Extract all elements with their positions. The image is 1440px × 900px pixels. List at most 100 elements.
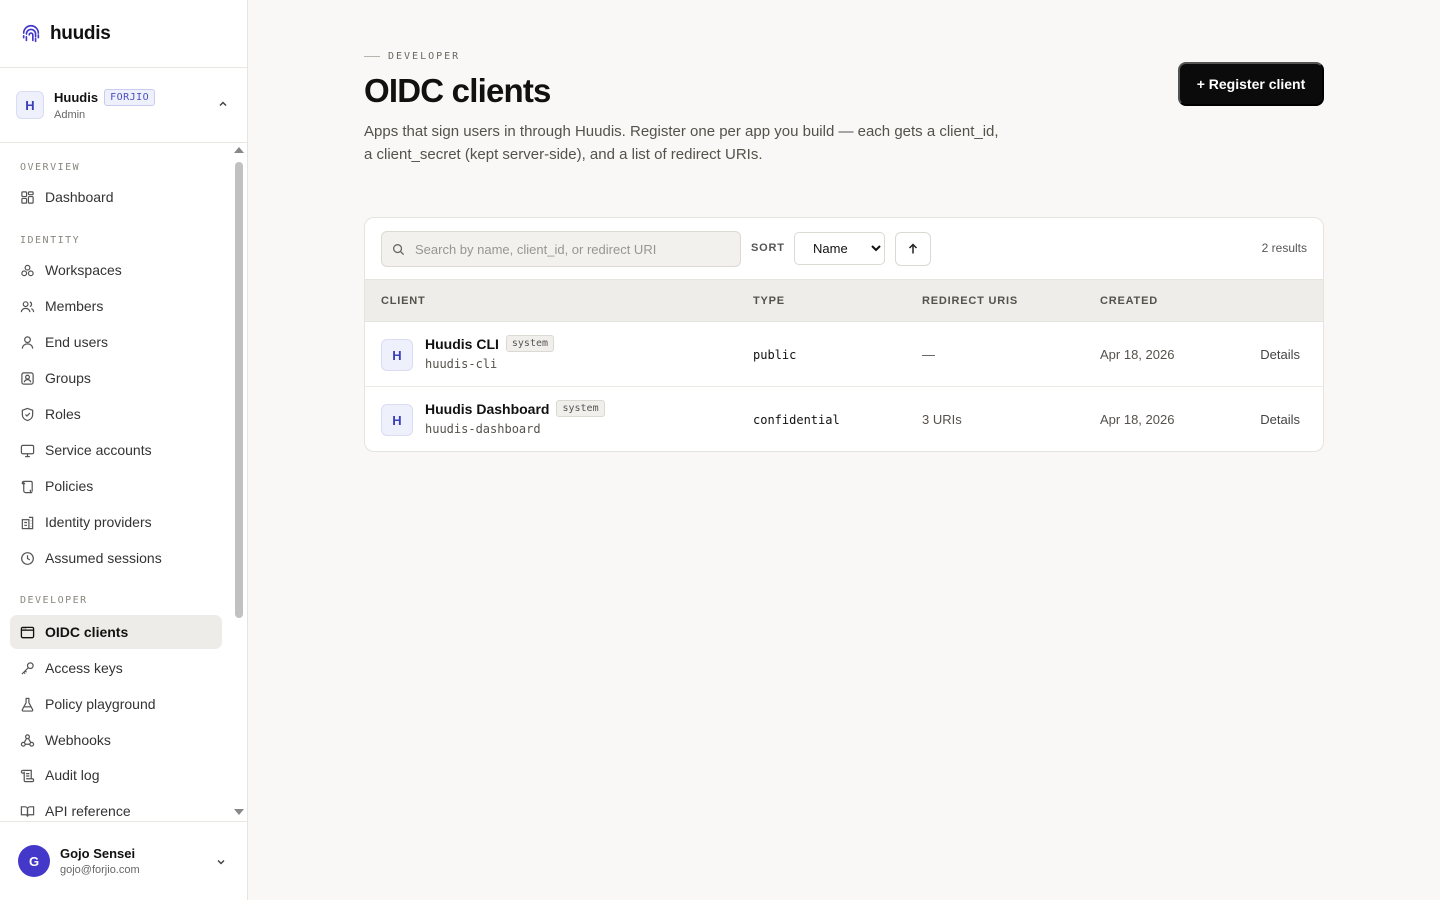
table-row[interactable]: H Huudis CLI system huudis-cli public — …: [365, 322, 1323, 387]
register-client-button[interactable]: + Register client: [1178, 62, 1324, 106]
search-input[interactable]: [415, 241, 735, 257]
eyebrow-rule: [364, 56, 380, 57]
sidebar-item-assumed-sessions[interactable]: Assumed sessions: [10, 541, 222, 575]
sidebar: huudis H Huudis FORJIO Admin OVERVIEW Da…: [0, 0, 248, 900]
sidebar-item-api-reference[interactable]: API reference: [10, 794, 222, 821]
chevron-down-icon[interactable]: [215, 856, 227, 868]
sidebar-item-label: OIDC clients: [45, 624, 129, 640]
search-icon: [393, 243, 405, 255]
details-link[interactable]: Details: [1260, 412, 1300, 427]
sidebar-item-label: Service accounts: [45, 442, 152, 458]
column-header-created[interactable]: CREATED: [1100, 295, 1158, 307]
sidebar-item-label: Dashboard: [45, 189, 114, 205]
sidebar-item-end-users[interactable]: End users: [10, 325, 222, 359]
client-redirect-uris: —: [922, 347, 935, 362]
scrollbar-thumb[interactable]: [235, 162, 243, 618]
sidebar-item-label: Audit log: [45, 767, 100, 783]
table-toolbar: SORT Name 2 results: [365, 218, 1323, 279]
client-created: Apr 18, 2026: [1100, 347, 1175, 362]
browser-window-icon: [20, 626, 35, 638]
main-content: DEVELOPER OIDC clients Apps that sign us…: [248, 0, 1440, 900]
eyebrow-label: DEVELOPER: [388, 51, 461, 62]
sidebar-item-audit-log[interactable]: Audit log: [10, 758, 222, 792]
sidebar-item-label: API reference: [45, 803, 131, 819]
section-label-identity: IDENTITY: [20, 235, 81, 246]
details-link[interactable]: Details: [1260, 347, 1300, 362]
client-avatar: H: [381, 404, 413, 436]
client-created: Apr 18, 2026: [1100, 412, 1175, 427]
scroll-up-arrow-icon[interactable]: [234, 147, 244, 153]
sidebar-item-identity-providers[interactable]: Identity providers: [10, 505, 222, 539]
fingerprint-logo-icon: [22, 24, 40, 42]
client-id: huudis-cli: [425, 357, 498, 371]
table-row[interactable]: H Huudis Dashboard system huudis-dashboa…: [365, 387, 1323, 451]
chevron-up-icon[interactable]: [217, 98, 229, 110]
flask-icon: [21, 697, 34, 712]
client-name[interactable]: Huudis CLI: [425, 336, 499, 352]
client-name-group: Huudis Dashboard system: [425, 400, 605, 417]
org-role: Admin: [54, 109, 86, 121]
log-scroll-icon: [20, 769, 35, 782]
system-badge: system: [556, 400, 605, 417]
members-icon: [20, 300, 35, 312]
sidebar-item-label: Roles: [45, 406, 81, 422]
section-label-developer: DEVELOPER: [20, 595, 88, 606]
sidebar-nav: OVERVIEW Dashboard IDENTITY Workspaces M…: [0, 143, 232, 821]
user-menu[interactable]: G Gojo Sensei gojo@forjio.com: [0, 821, 247, 900]
brand[interactable]: huudis: [0, 0, 247, 68]
column-header-redirect-uris[interactable]: REDIRECT URIS: [922, 295, 1018, 307]
client-id: huudis-dashboard: [425, 422, 541, 436]
sidebar-item-webhooks[interactable]: Webhooks: [10, 723, 222, 757]
user-icon: [21, 335, 34, 349]
book-icon: [20, 805, 35, 817]
building-icon: [21, 516, 34, 529]
results-count: 2 results: [1261, 241, 1307, 255]
sort-direction-button[interactable]: [895, 232, 931, 266]
section-label-overview: OVERVIEW: [20, 162, 81, 173]
org-switcher[interactable]: H Huudis FORJIO Admin: [0, 68, 247, 143]
sidebar-item-label: Workspaces: [45, 262, 122, 278]
sidebar-item-label: Webhooks: [45, 732, 111, 748]
search-box[interactable]: [381, 231, 741, 267]
sort-select[interactable]: Name: [794, 232, 885, 265]
sidebar-item-groups[interactable]: Groups: [10, 361, 222, 395]
sidebar-item-service-accounts[interactable]: Service accounts: [10, 433, 222, 467]
user-info: Gojo Sensei gojo@forjio.com: [60, 846, 140, 876]
sidebar-item-label: Access keys: [45, 660, 123, 676]
sidebar-item-workspaces[interactable]: Workspaces: [10, 253, 222, 287]
sidebar-item-label: Policies: [45, 478, 94, 494]
column-header-type[interactable]: TYPE: [753, 295, 785, 307]
client-type: public: [753, 348, 797, 362]
sidebar-item-label: Groups: [45, 370, 91, 386]
user-name: Gojo Sensei: [60, 846, 136, 861]
clock-icon: [21, 551, 34, 565]
table-header: CLIENT TYPE REDIRECT URIS CREATED: [365, 279, 1323, 322]
sidebar-item-dashboard[interactable]: Dashboard: [10, 180, 222, 214]
sidebar-item-members[interactable]: Members: [10, 289, 222, 323]
sidebar-item-label: Identity providers: [45, 514, 152, 530]
sort-label: SORT: [751, 242, 785, 254]
scroll-icon: [21, 480, 33, 493]
sidebar-item-policies[interactable]: Policies: [10, 469, 222, 503]
sidebar-item-label: Assumed sessions: [45, 550, 162, 566]
sidebar-item-roles[interactable]: Roles: [10, 397, 222, 431]
scroll-down-arrow-icon[interactable]: [234, 809, 244, 815]
key-icon: [21, 661, 34, 675]
org-name: Huudis: [54, 90, 99, 105]
org-avatar: H: [16, 91, 44, 119]
sidebar-item-label: Members: [45, 298, 104, 314]
org-badge: FORJIO: [104, 89, 156, 106]
column-header-client[interactable]: CLIENT: [381, 295, 426, 307]
dashboard-icon: [21, 190, 34, 204]
webhook-icon: [20, 733, 35, 747]
system-badge: system: [505, 335, 555, 352]
workspaces-icon: [21, 264, 34, 276]
sidebar-item-policy-playground[interactable]: Policy playground: [10, 687, 222, 721]
org-info: Huudis FORJIO Admin: [54, 89, 156, 121]
client-name[interactable]: Huudis Dashboard: [425, 401, 549, 417]
sidebar-item-oidc-clients[interactable]: OIDC clients: [10, 615, 222, 649]
sidebar-item-access-keys[interactable]: Access keys: [10, 651, 222, 685]
client-redirect-uris: 3 URIs: [922, 412, 962, 427]
shield-icon: [21, 407, 34, 421]
client-avatar: H: [381, 339, 413, 371]
